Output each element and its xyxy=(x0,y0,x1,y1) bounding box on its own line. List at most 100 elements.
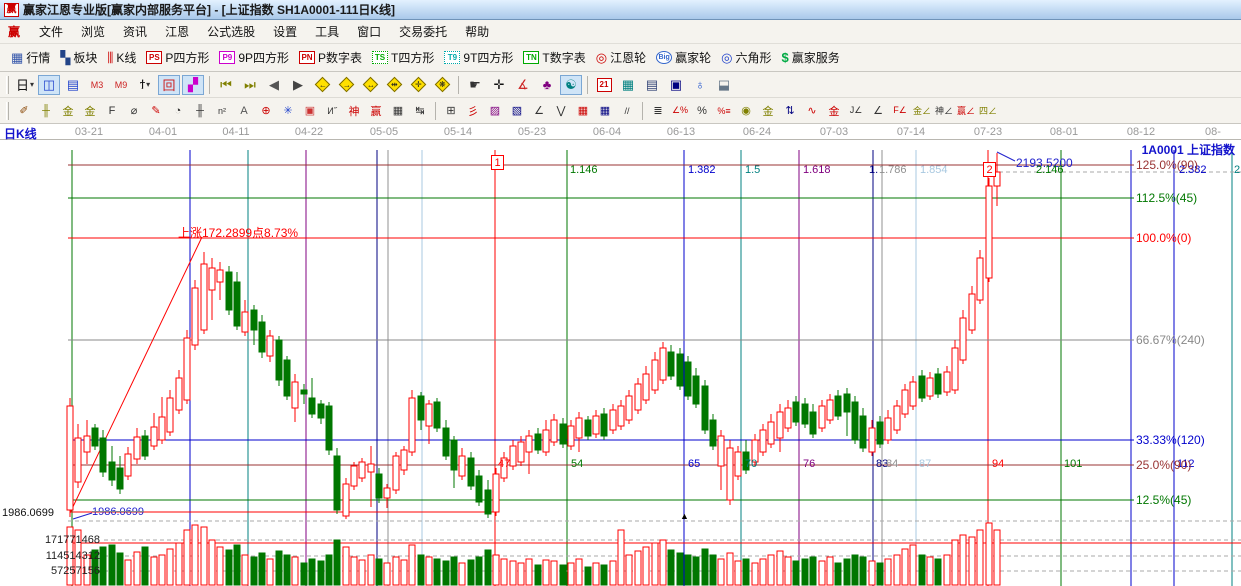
draw-tool-star-circle[interactable]: ✳ xyxy=(278,102,298,120)
tool-angle-measure[interactable]: ∡ xyxy=(512,75,534,95)
draw-tool-gann-box[interactable]: ▨ xyxy=(485,102,505,120)
draw-tool-percent-level[interactable]: %≡ xyxy=(714,102,734,120)
draw-tool-shen-angle[interactable]: 神∠ xyxy=(934,102,954,120)
draw-tool-gold-level[interactable]: 金 xyxy=(758,102,778,120)
tool-calendar[interactable]: 21 xyxy=(593,75,615,95)
draw-tool-plain-angle[interactable]: ∠ xyxy=(868,102,888,120)
draw-tool-gold-red-level[interactable]: 金 xyxy=(824,102,844,120)
toolbar-button-quotes[interactable]: ▦行情 xyxy=(6,47,55,68)
draw-tool-eraser[interactable]: ✐ xyxy=(14,102,34,120)
tool-expand-horizontal[interactable]: ↔ xyxy=(359,75,381,95)
tool-calculator[interactable]: ▦ xyxy=(617,75,639,95)
tool-notes[interactable]: ▤ xyxy=(641,75,663,95)
tool-export-web[interactable]: ♁ xyxy=(689,75,711,95)
draw-tool-fan-rays[interactable]: 彡 xyxy=(463,102,483,120)
draw-tool-ying-angle[interactable]: 赢∠ xyxy=(956,102,976,120)
draw-tool-percent[interactable]: % xyxy=(692,102,712,120)
draw-tool-price-scale[interactable]: ≣ xyxy=(648,102,668,120)
draw-tool-blue-square[interactable]: ▦ xyxy=(595,102,615,120)
draw-tool-text-tool[interactable]: A xyxy=(234,102,254,120)
draw-tool-v-pattern[interactable]: ⋁ xyxy=(551,102,571,120)
tool-histogram-mode[interactable]: ▞ xyxy=(182,75,204,95)
draw-tool-shen-grid[interactable]: 神 xyxy=(344,102,364,120)
toolbar-button-hexagon[interactable]: ◎六角形 xyxy=(716,47,776,68)
draw-tool-si-angle[interactable]: 四∠ xyxy=(978,102,998,120)
toolbar-button-p-square[interactable]: PSP四方形 xyxy=(141,47,214,68)
chart-canvas[interactable]: 1A0001 上证指数 上涨172.2899点8.73% 2193.5200 1… xyxy=(0,140,1241,586)
draw-tool-zigzag[interactable]: И˝ xyxy=(322,102,342,120)
toolbar-button-kline[interactable]: ⫼K线 xyxy=(102,47,141,68)
draw-tool-ying-grid[interactable]: 赢 xyxy=(366,102,386,120)
menu-item-1[interactable]: 浏览 xyxy=(72,20,114,43)
draw-tool-red-square[interactable]: ▦ xyxy=(573,102,593,120)
toolbar-button-t-number-table[interactable]: TNT数字表 xyxy=(518,47,590,68)
tool-info-panel[interactable]: ▤ xyxy=(62,75,84,95)
tool-next-bar[interactable]: ▶ xyxy=(287,75,309,95)
toolbar-button-winner-wheel[interactable]: Big赢家轮 xyxy=(651,47,716,68)
tool-system[interactable]: ⬓ xyxy=(713,75,735,95)
menu-item-8[interactable]: 交易委托 xyxy=(390,20,456,43)
draw-tool-gold-grid-2[interactable]: 金 xyxy=(80,102,100,120)
toolbar-button-9t-square[interactable]: T99T四方形 xyxy=(439,47,518,68)
toolbar-button-p-number-table[interactable]: PNP数字表 xyxy=(294,47,367,68)
tool-map-mode[interactable]: 回 xyxy=(158,75,180,95)
draw-tool-gann-grid[interactable]: ▧ xyxy=(507,102,527,120)
menu-item-7[interactable]: 窗口 xyxy=(348,20,390,43)
draw-tool-f-ruler[interactable]: F xyxy=(102,102,122,120)
tool-chart-style[interactable]: 日▾ xyxy=(14,75,36,95)
menu-item-5[interactable]: 设置 xyxy=(264,20,306,43)
tool-crosshair[interactable]: ✛ xyxy=(488,75,510,95)
draw-tool-angle-lines[interactable]: ∠ xyxy=(529,102,549,120)
draw-tool-number-grid[interactable]: ▦ xyxy=(388,102,408,120)
draw-tool-spiral[interactable]: ⌀ xyxy=(124,102,144,120)
menu-item-9[interactable]: 帮助 xyxy=(456,20,498,43)
tool-first-page[interactable]: ⏮ xyxy=(215,75,237,95)
tool-candle-style[interactable]: ϯ▾ xyxy=(134,75,156,95)
tool-save[interactable]: ▣ xyxy=(665,75,687,95)
draw-tool-n-square[interactable]: n² xyxy=(212,102,232,120)
draw-tool-gold-angle[interactable]: 金∠ xyxy=(912,102,932,120)
menu-item-4[interactable]: 公式选股 xyxy=(198,20,264,43)
menu-item-6[interactable]: 工具 xyxy=(306,20,348,43)
tool-last-page[interactable]: ⏭ xyxy=(239,75,261,95)
toolbar-button-sectors[interactable]: ▚板块 xyxy=(55,47,102,68)
draw-tool-grid-ruler[interactable]: ╫ xyxy=(36,102,56,120)
draw-tool-square-target[interactable]: ▣ xyxy=(300,102,320,120)
tool-wave-9[interactable]: M9 xyxy=(110,75,132,95)
draw-tool-gold-grid-1[interactable]: 金 xyxy=(58,102,78,120)
wave-marker-2[interactable]: 2 xyxy=(983,162,996,177)
wave-marker-1[interactable]: 1 xyxy=(491,155,504,170)
draw-tool-f-angle[interactable]: F∠ xyxy=(890,102,910,120)
tool-expand-all[interactable]: ✛ xyxy=(407,75,429,95)
tool-shift-left[interactable]: ← xyxy=(311,75,333,95)
tool-structure-tool[interactable]: ♣ xyxy=(536,75,558,95)
draw-tool-j-angle[interactable]: J∠ xyxy=(846,102,866,120)
menu-item-2[interactable]: 资讯 xyxy=(114,20,156,43)
tool-wave-3[interactable]: M3 xyxy=(86,75,108,95)
tool-smart-analysis[interactable]: ☯ xyxy=(560,75,582,95)
tool-shift-right[interactable]: → xyxy=(335,75,357,95)
toolbar-button-winner-service[interactable]: $赢家服务 xyxy=(776,47,844,68)
draw-tool-parallel-lines[interactable]: // xyxy=(617,102,637,120)
scroll-position-marker[interactable]: ▲ xyxy=(680,511,689,521)
draw-tool-marker-pen[interactable]: ✎ xyxy=(146,102,166,120)
tool-compress-horizontal[interactable]: ⇹ xyxy=(383,75,405,95)
draw-tool-time-circle[interactable]: ◔ xyxy=(168,102,188,120)
menu-item-3[interactable]: 江恩 xyxy=(156,20,198,43)
toolbar-button-t-square[interactable]: TST四方形 xyxy=(367,47,439,68)
draw-tool-span-arrows[interactable]: ↹ xyxy=(410,102,430,120)
draw-tool-box-tool[interactable]: ⊞ xyxy=(441,102,461,120)
draw-tool-percent-angle[interactable]: ∠% xyxy=(670,102,690,120)
toolbar-button-9p-square[interactable]: P99P四方形 xyxy=(214,47,294,68)
tool-pan-hand[interactable]: ☛ xyxy=(464,75,486,95)
draw-tool-updown-pen[interactable]: ⇅ xyxy=(780,102,800,120)
tool-prev-bar[interactable]: ◀ xyxy=(263,75,285,95)
toolbar-button-gann-wheel[interactable]: ◎江恩轮 xyxy=(591,47,651,68)
draw-tool-circle-cross[interactable]: ⊕ xyxy=(256,102,276,120)
draw-tool-gold-circle[interactable]: ◉ xyxy=(736,102,756,120)
tool-fit-all[interactable]: ❋ xyxy=(431,75,453,95)
draw-tool-tick-ruler[interactable]: ╫ xyxy=(190,102,210,120)
draw-tool-wave-tool[interactable]: ∿ xyxy=(802,102,822,120)
menu-item-0[interactable]: 文件 xyxy=(30,20,72,43)
tool-zoom-overview[interactable]: ◫ xyxy=(38,75,60,95)
